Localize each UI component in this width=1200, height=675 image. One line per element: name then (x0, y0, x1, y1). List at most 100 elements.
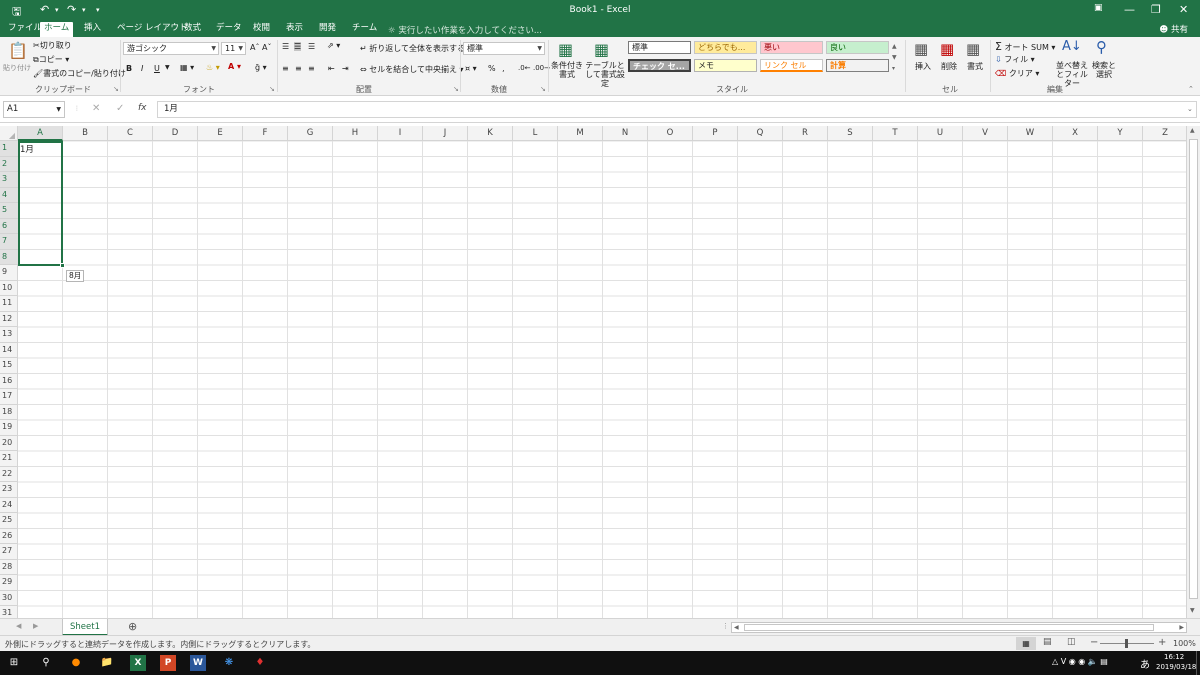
column-header[interactable]: H (333, 126, 378, 141)
fill-button[interactable]: ⇩ フィル ▾ (995, 54, 1035, 65)
format-as-table-icon[interactable]: ▦ (594, 40, 609, 59)
styles-scroll-icon[interactable]: ▲ ▼ ▾ (892, 41, 897, 74)
scroll-left-icon[interactable]: ◀ (734, 624, 739, 631)
scroll-right-icon[interactable]: ▶ (1179, 624, 1184, 631)
format-cells-icon[interactable]: ▦ (966, 40, 980, 58)
format-painter-button[interactable]: 🖌書式のコピー/貼り付け (33, 68, 126, 79)
row-header[interactable]: 25 (0, 513, 18, 529)
row-header[interactable]: 10 (0, 281, 18, 296)
row-header[interactable]: 6 (0, 218, 18, 234)
column-header[interactable]: O (648, 126, 693, 141)
style-neutral[interactable]: どちらでも... (694, 41, 757, 54)
search-icon[interactable]: ⚲ (38, 655, 54, 671)
style-bad[interactable]: 悪い (760, 41, 823, 54)
row-header[interactable]: 3 (0, 172, 18, 188)
align-center-icon[interactable]: ≡ (295, 64, 302, 73)
align-middle-icon[interactable]: ☰ (294, 42, 302, 51)
zoom-level[interactable]: 100% (1173, 639, 1196, 648)
style-good[interactable]: 良い (826, 41, 889, 54)
tab-developer[interactable]: 開発 (315, 22, 340, 37)
minimize-icon[interactable]: — (1124, 3, 1135, 16)
column-header[interactable]: F (243, 126, 288, 141)
cut-button[interactable]: ✂切り取り (33, 40, 72, 51)
ime-indicator[interactable]: あ (1140, 656, 1150, 671)
row-header[interactable]: 24 (0, 498, 18, 513)
share-button[interactable]: ☻ 共有 (1159, 23, 1188, 35)
tray-icons[interactable]: △ V ◉ ◉ 🔈 ▤ (1052, 657, 1108, 666)
find-select-button[interactable]: 検索と選択 (1092, 61, 1116, 79)
row-header[interactable]: 29 (0, 575, 18, 591)
tab-home[interactable]: ホーム (40, 22, 74, 37)
column-header[interactable]: V (963, 126, 1008, 141)
expand-formula-icon[interactable]: ⌄ (1187, 105, 1193, 113)
excel-icon[interactable]: X (130, 655, 146, 671)
currency-icon[interactable]: ¤ ▾ (465, 64, 477, 73)
horizontal-scroll-thumb[interactable] (744, 624, 1154, 631)
cell-area[interactable] (18, 141, 1186, 618)
row-header[interactable]: 12 (0, 312, 18, 327)
row-header[interactable]: 4 (0, 187, 18, 203)
column-header[interactable]: M (558, 126, 603, 141)
delete-cells-icon[interactable]: ▦ (940, 40, 954, 58)
app-icon[interactable]: ♦ (252, 655, 268, 671)
increase-indent-icon[interactable]: ⇥ (342, 64, 349, 73)
column-header[interactable]: J (423, 126, 468, 141)
font-size-select[interactable]: 11 ▼ (221, 42, 246, 55)
zoom-in-icon[interactable]: + (1158, 637, 1166, 648)
fill-handle[interactable] (60, 263, 65, 268)
row-header[interactable]: 5 (0, 203, 18, 219)
normal-view-icon[interactable]: ▦ (1016, 637, 1036, 650)
tab-data[interactable]: データ (212, 22, 246, 37)
clock-time[interactable]: 16:12 (1164, 653, 1184, 661)
column-header[interactable]: R (783, 126, 828, 141)
restore-icon[interactable]: ❐ (1151, 3, 1161, 16)
paste-button[interactable]: 貼り付け (3, 63, 31, 73)
cancel-icon[interactable]: ✕ (92, 103, 100, 114)
column-header[interactable]: C (108, 126, 153, 141)
number-launcher-icon[interactable]: ↘ (540, 85, 546, 93)
wrap-text-button[interactable]: ↵ 折り返して全体を表示する (360, 43, 465, 54)
conditional-format-icon[interactable]: ▦ (558, 40, 573, 59)
row-header[interactable]: 27 (0, 544, 18, 560)
row-header[interactable]: 22 (0, 467, 18, 482)
row-header[interactable]: 28 (0, 560, 18, 575)
tab-team[interactable]: チーム (348, 22, 381, 37)
style-check-cell[interactable]: チェック セ... (628, 59, 691, 72)
row-header[interactable]: 20 (0, 436, 18, 451)
column-header[interactable]: A (18, 126, 63, 141)
increase-font-icon[interactable]: Aˆ (250, 43, 259, 52)
horizontal-scrollbar[interactable]: ◀ ▶ (731, 622, 1187, 633)
file-explorer-icon[interactable]: 📁 (99, 655, 115, 671)
row-header[interactable]: 1 (0, 141, 18, 157)
borders-icon[interactable]: ▦ ▾ (180, 63, 194, 72)
row-header[interactable]: 17 (0, 389, 18, 405)
merge-center-button[interactable]: ⇔ セルを結合して中央揃え ▾ (360, 64, 464, 75)
style-note[interactable]: メモ (694, 59, 757, 72)
insert-cells-icon[interactable]: ▦ (914, 40, 928, 58)
row-header[interactable]: 14 (0, 343, 18, 358)
number-format-select[interactable]: 標準 ▼ (463, 42, 545, 55)
next-sheet-icon[interactable]: ▶ (33, 622, 38, 630)
phonetic-icon[interactable]: ḡ ▾ (255, 63, 267, 72)
column-header[interactable]: Y (1098, 126, 1143, 141)
add-sheet-icon[interactable]: ⊕ (128, 620, 137, 633)
chevron-down-icon[interactable]: ▼ (165, 64, 170, 71)
firefox-icon[interactable]: ● (68, 655, 84, 671)
insert-cells-button[interactable]: 挿入 (915, 61, 931, 72)
conditional-format-button[interactable]: 条件付き書式 (551, 61, 583, 79)
windows-start-icon[interactable]: ⊞ (6, 655, 22, 671)
percent-button[interactable]: % (488, 64, 496, 73)
splitter-icon[interactable]: ⋮ (722, 622, 729, 630)
paste-icon[interactable]: 📋 (8, 41, 28, 60)
style-normal[interactable]: 標準 (628, 41, 691, 54)
column-header[interactable]: Z (1143, 126, 1186, 141)
column-header[interactable]: L (513, 126, 558, 141)
column-header[interactable]: Q (738, 126, 783, 141)
fill-color-icon[interactable]: ♨ ▾ (206, 63, 220, 72)
increase-decimal-icon[interactable]: .0← (518, 64, 531, 72)
alignment-launcher-icon[interactable]: ↘ (453, 85, 459, 93)
vertical-scroll-thumb[interactable] (1189, 139, 1198, 599)
align-right-icon[interactable]: ≡ (308, 64, 315, 73)
tab-review[interactable]: 校閲 (249, 22, 274, 37)
zoom-out-icon[interactable]: − (1090, 637, 1098, 648)
